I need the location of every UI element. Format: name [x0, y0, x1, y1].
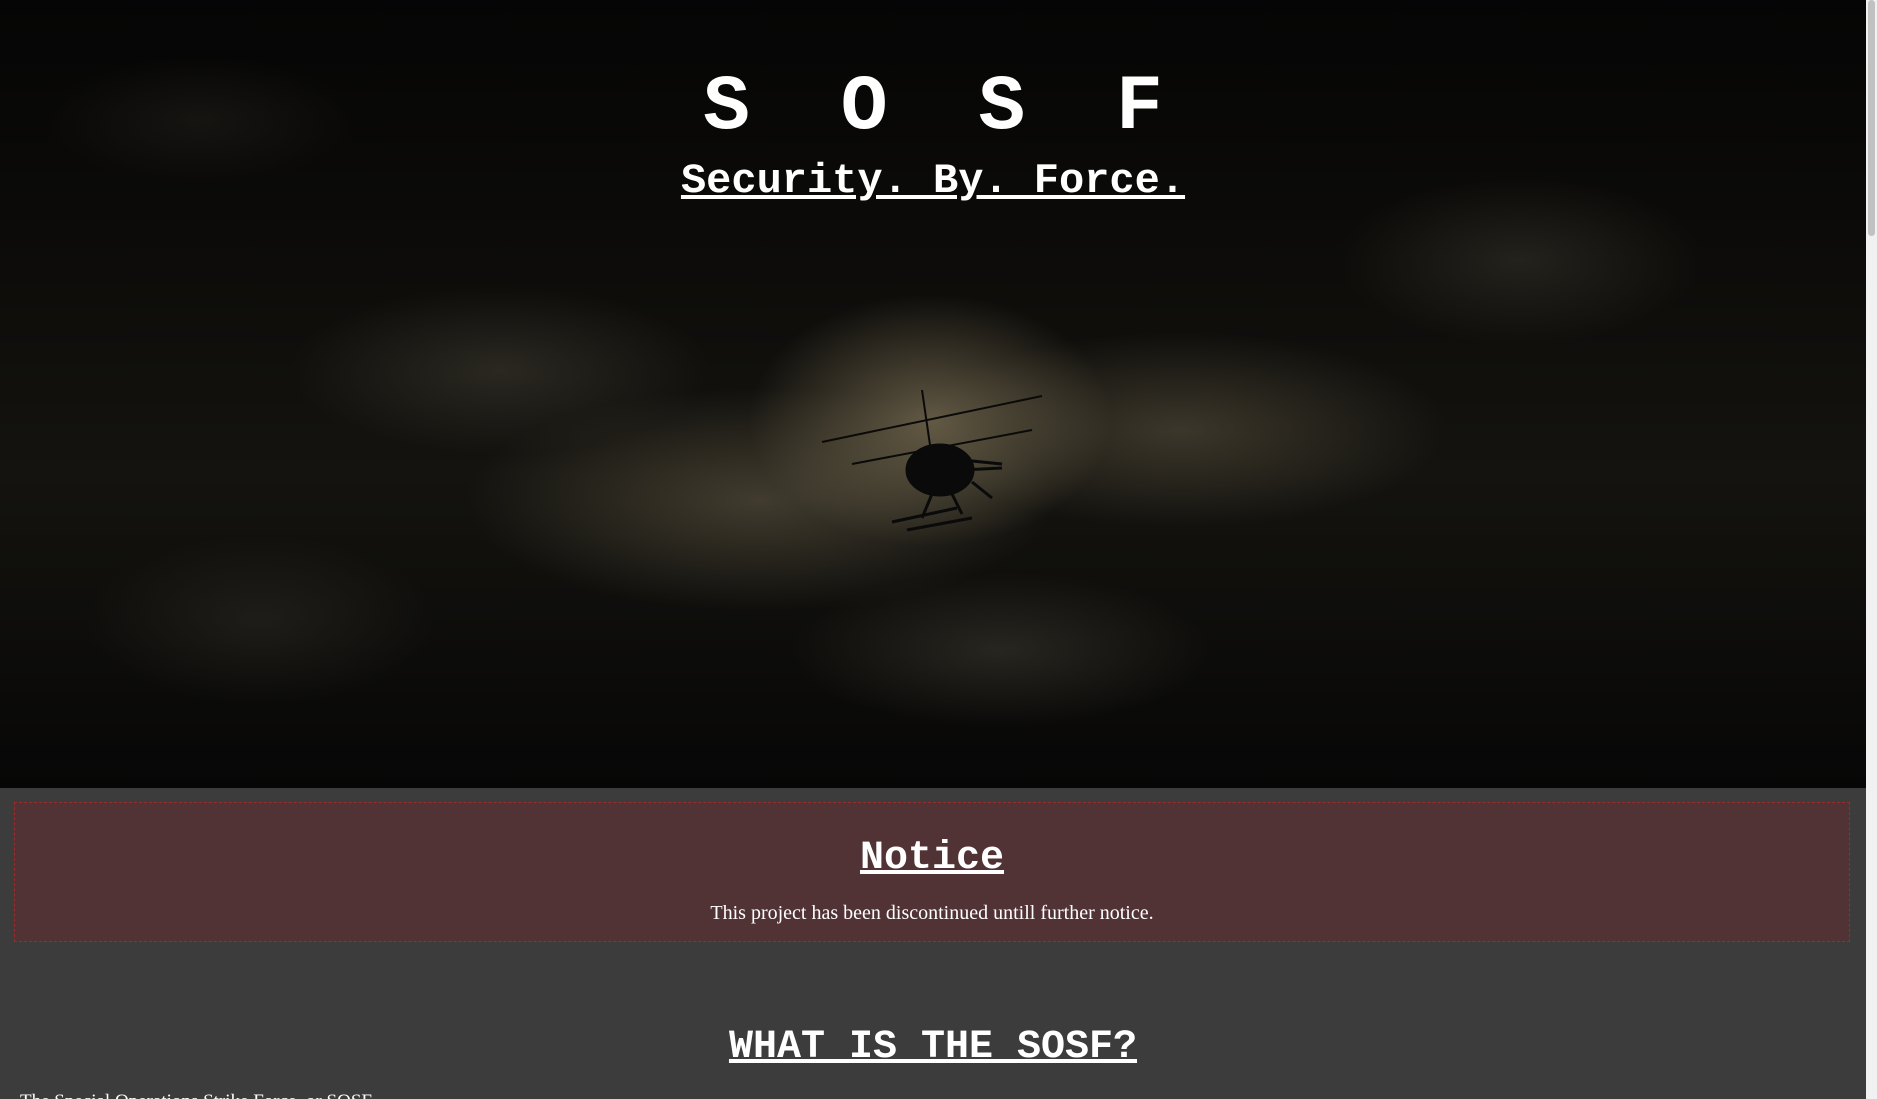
vertical-scrollbar[interactable]	[1866, 0, 1877, 1099]
notice-box: Notice This project has been discontinue…	[14, 802, 1850, 942]
helicopter-icon	[821, 390, 1043, 532]
notice-text: This project has been discontinued until…	[710, 902, 1154, 924]
hero-title: S O S F	[703, 64, 1185, 152]
page: S O S F Security. By. Force. Notice This…	[0, 0, 1877, 1099]
hero-subtitle: Security. By. Force.	[680, 157, 1186, 205]
about-text: The Special Operations Strike Force, or …	[20, 1090, 1850, 1099]
about-title: WHAT IS THE SOSF?	[728, 1025, 1138, 1070]
scrollbar-thumb[interactable]	[1868, 0, 1875, 236]
hero-banner: S O S F Security. By. Force.	[0, 0, 1866, 788]
notice-title: Notice	[859, 836, 1005, 881]
